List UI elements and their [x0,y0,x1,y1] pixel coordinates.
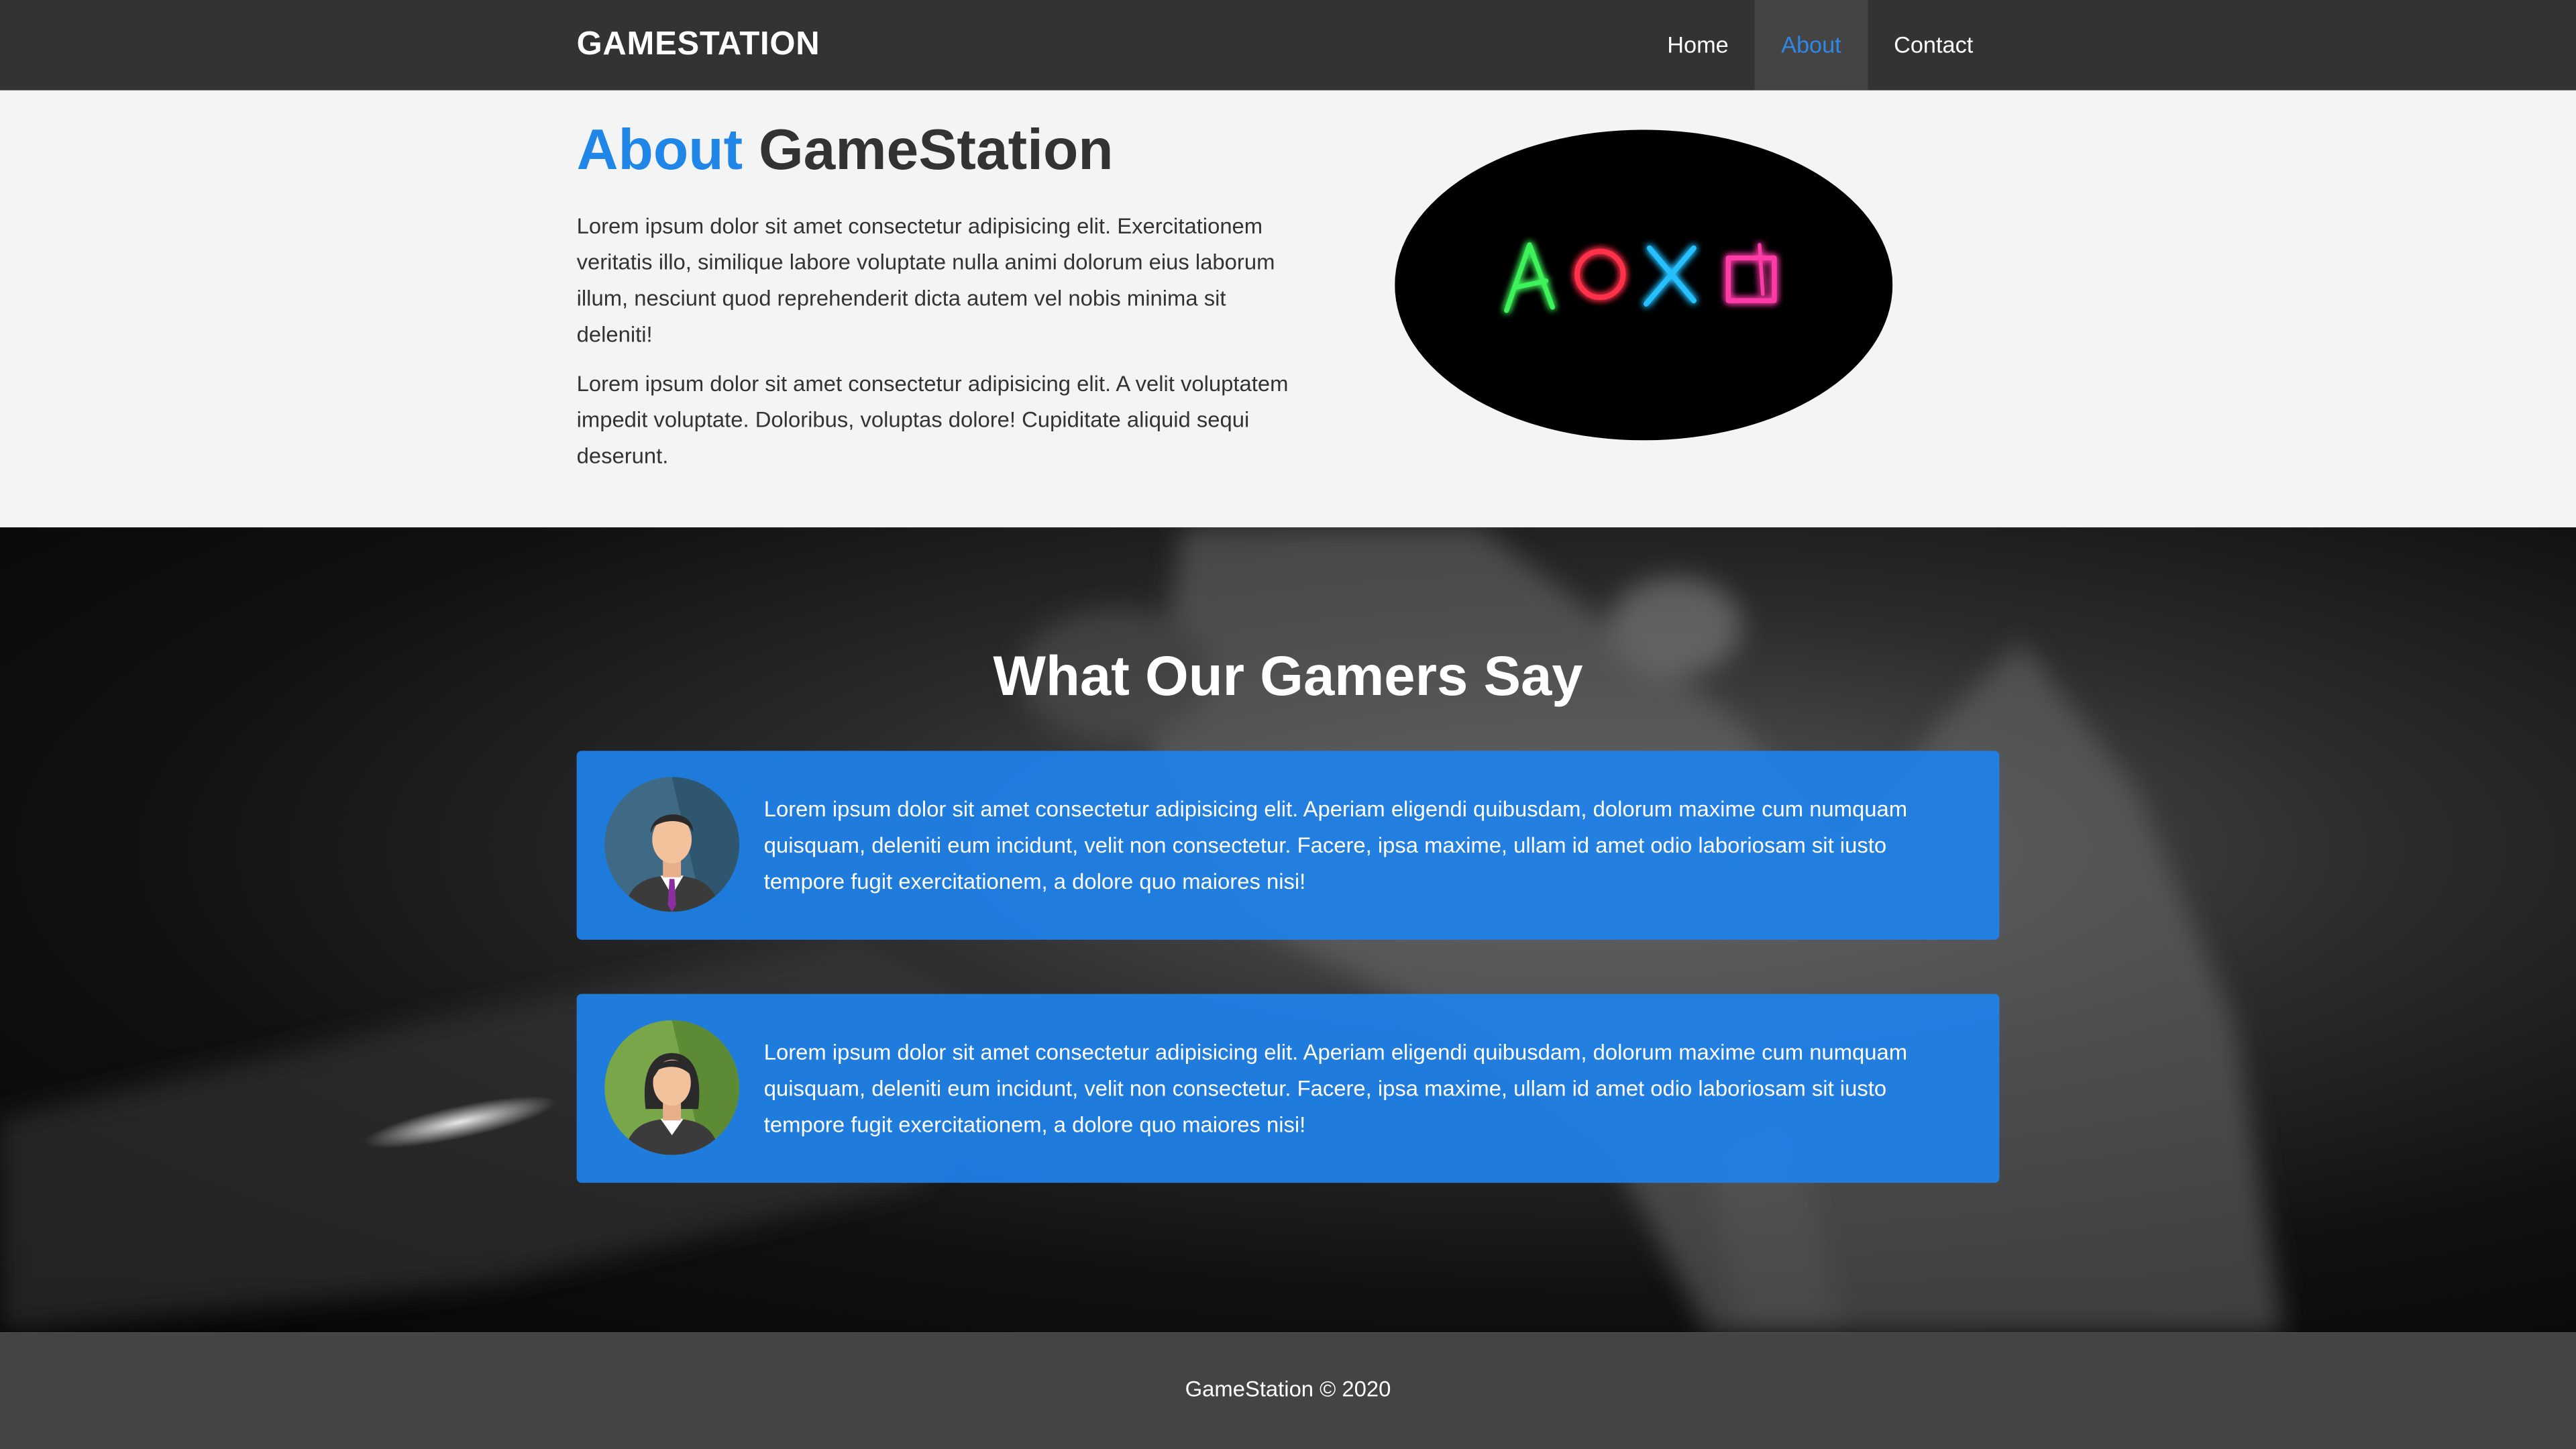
about-paragraph-1: Lorem ipsum dolor sit amet consectetur a… [576,213,1275,347]
about-section: About GameStation Lorem ipsum dolor sit … [0,90,2576,528]
footer: GameStation © 2020 [0,1332,2576,1449]
testimonial-card: Lorem ipsum dolor sit amet consectetur a… [576,751,2000,940]
female-avatar-icon [604,1020,740,1155]
about-heading: About GameStation [577,118,1114,184]
nav-link-about[interactable]: About [1754,0,1868,91]
nav-link-home[interactable]: Home [1641,0,1755,91]
testimonial-card: Lorem ipsum dolor sit amet consectetur a… [576,994,2000,1183]
testimonials-heading: What Our Gamers Say [993,645,1583,708]
nav-link-contact[interactable]: Contact [1868,0,2000,91]
testimonial-text: Lorem ipsum dolor sit amet consectetur a… [763,796,1908,894]
site-logo[interactable]: GAMESTATION [577,26,820,64]
footer-copyright: GameStation © 2020 [1185,1377,1391,1401]
about-heading-rest: GameStation [758,118,1114,182]
testimonial-text: Lorem ipsum dolor sit amet consectetur a… [763,1040,1908,1137]
nav-menu: Home About Contact [1641,0,1999,91]
navbar: GAMESTATION Home About Contact [0,0,2576,91]
about-paragraph-2: Lorem ipsum dolor sit amet consectetur a… [576,371,1289,468]
male-avatar-icon [604,777,740,912]
testimonials-section: What Our Gamers Say Lorem ipsum dolor si… [0,527,2576,1333]
about-heading-highlight: About [576,118,743,182]
playstation-neon-symbols-icon [1395,129,1893,441]
website: GAMESTATION Home About Contact About Gam… [0,0,2576,1449]
